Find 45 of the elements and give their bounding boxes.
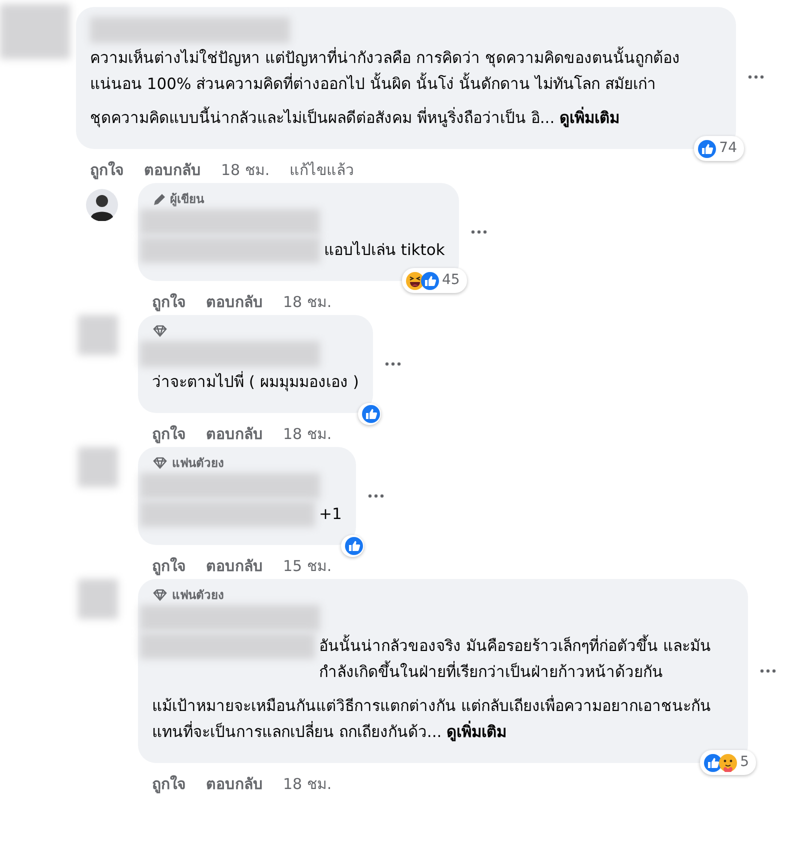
action-link[interactable]: ถูกใจ <box>152 773 186 797</box>
timestamp[interactable]: 18 ชม. <box>283 773 332 797</box>
action-link[interactable]: ตอบกลับ <box>206 291 263 315</box>
reaction-summary[interactable] <box>340 535 364 557</box>
edited-label: แก้ไขแล้ว <box>290 160 354 181</box>
reaction-summary[interactable] <box>358 403 381 425</box>
comment-text: ชุดความคิดแบบนี้น่ากลัวและไม่เป็นผลดีต่อสังคม พี่หนูริ่งถือว่าเป็น อิ... ดูเพิ่มเติม <box>90 105 722 131</box>
badge-label: แฟนตัวยง <box>172 455 224 472</box>
timestamp[interactable]: 18 ชม. <box>283 291 332 315</box>
reaction-summary[interactable]: 74 <box>694 136 744 161</box>
reaction-count: 74 <box>719 139 737 158</box>
see-more-link[interactable]: ดูเพิ่มเติม <box>560 109 620 127</box>
more-options-icon[interactable] <box>760 669 776 673</box>
diamond-icon <box>152 588 168 602</box>
reaction-summary[interactable]: 45 <box>402 268 467 293</box>
reaction-summary[interactable]: 5 <box>700 750 756 775</box>
comment-text: แอบไปเล่น tiktok <box>324 240 445 261</box>
badge-label: แฟนตัวยง <box>172 587 224 604</box>
action-link[interactable]: ถูกใจ <box>90 159 124 183</box>
comment-text: ความเห็นต่างไม่ใช่ปัญหา แต่ปัญหาที่น่ากังวลคือ การคิดว่า ชุดความคิดของตนนั้นถูกต้องแน่นอน 100% ส่วนความคิดที่ต่างออกไป นั้นผิด นั้นโง่ นั้นดักดาน ไม่ทันโลก สมัยเก่า <box>90 45 722 97</box>
diamond-icon <box>152 456 168 470</box>
more-options-icon[interactable] <box>368 494 384 498</box>
action-link[interactable]: ถูกใจ <box>152 423 186 447</box>
more-options-icon[interactable] <box>470 230 487 234</box>
action-link[interactable]: ตอบกลับ <box>206 555 263 579</box>
diamond-icon <box>152 324 168 338</box>
action-link[interactable]: ถูกใจ <box>152 555 186 579</box>
see-more-link[interactable]: ดูเพิ่มเติม <box>446 723 507 741</box>
timestamp[interactable]: 18 ชม. <box>221 159 270 183</box>
reaction-count: 45 <box>442 271 460 290</box>
comment-text: แม้เป้าหมายจะเหมือนกันแต่วิธีการแตกต่างกัน แต่กลับเถียงเพื่อความอยากเอาชนะกัน แทนที่จะเป็นการแลกเปลี่ยน ถกเถียงกันด้ว... ดูเพิ่มเติม <box>152 694 712 744</box>
reaction-count: 5 <box>740 753 749 772</box>
timestamp[interactable]: 15 ชม. <box>283 555 332 579</box>
more-options-icon[interactable] <box>748 74 764 78</box>
action-link[interactable]: ตอบกลับ <box>144 159 201 183</box>
action-link[interactable]: ตอบกลับ <box>206 423 263 447</box>
pencil-icon <box>152 192 166 206</box>
more-options-icon[interactable] <box>384 362 401 366</box>
comment-text: อันนั้นน่ากลัวของจริง มันคือรอยร้าวเล็กๆที่ก่อตัวขึ้น และมันกำลังเกิดขึ้นในฝ่ายที่เรียกว่าเป็นฝ่ายก้าวหน้าด้วยกัน <box>319 633 734 685</box>
timestamp[interactable]: 18 ชม. <box>283 423 332 447</box>
badge-label: ผู้เขียน <box>170 191 204 208</box>
comment-text: +1 <box>319 504 342 525</box>
action-link[interactable]: ถูกใจ <box>152 291 186 315</box>
action-link[interactable]: ตอบกลับ <box>206 773 263 797</box>
comment-text: ว่าจะตามไปพี่ ( ผมมุมมองเอง ) <box>152 370 359 394</box>
